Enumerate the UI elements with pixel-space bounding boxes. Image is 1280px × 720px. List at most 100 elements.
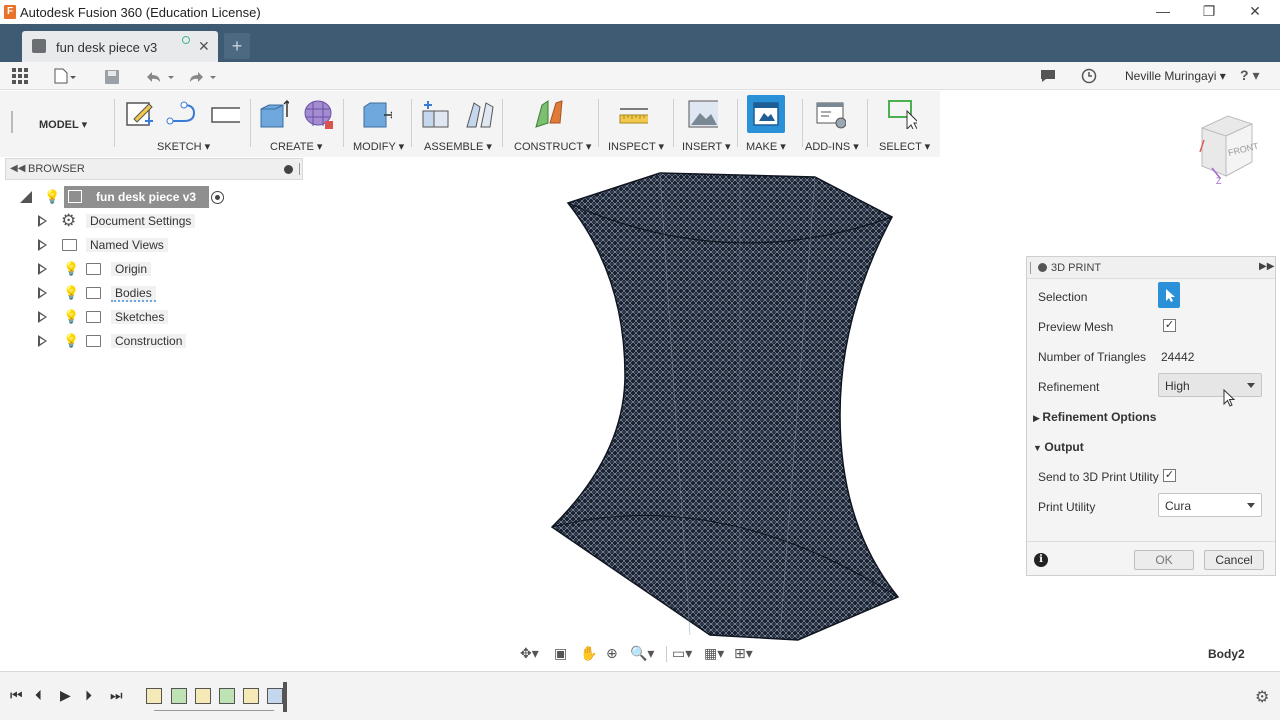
close-tab-button[interactable]: ✕	[198, 38, 210, 55]
fit-zoom-icon[interactable]: 🔍▾	[630, 645, 654, 662]
display-settings-icon[interactable]: ▭▾	[672, 645, 692, 662]
collapse-browser-icon[interactable]: ◀◀	[10, 163, 25, 174]
select-box-icon[interactable]	[887, 99, 917, 129]
go-to-end-icon[interactable]: ⏭	[110, 687, 123, 704]
add-ins-menu[interactable]: ADD-INS ▾	[805, 140, 859, 153]
selection-button[interactable]	[1158, 282, 1180, 308]
new-tab-button[interactable]: +	[224, 33, 250, 59]
notifications-chat-icon[interactable]	[1040, 68, 1056, 84]
visibility-bulb-off-icon[interactable]: 💡	[63, 261, 79, 277]
save-icon[interactable]	[104, 69, 120, 85]
browser-item-construction[interactable]: 💡 Construction	[0, 330, 300, 352]
toolbar-grip	[11, 111, 13, 133]
folder-icon	[86, 287, 101, 299]
file-menu-icon[interactable]	[54, 68, 76, 84]
offset-plane-icon[interactable]	[534, 99, 564, 129]
timeline-sketch-feature[interactable]	[195, 688, 211, 704]
output-section[interactable]: ▼ Output	[1033, 440, 1084, 454]
orbit-icon[interactable]: ✥▾	[520, 645, 539, 662]
cancel-button[interactable]: Cancel	[1204, 550, 1264, 570]
create-menu[interactable]: CREATE ▾	[270, 140, 322, 153]
refinement-value: High	[1165, 379, 1190, 393]
visibility-bulb-icon[interactable]: 💡	[63, 309, 79, 325]
document-tab[interactable]: fun desk piece v3 ✕	[22, 31, 218, 62]
timeline-loft-feature[interactable]	[267, 688, 283, 704]
restore-button[interactable]: ❐	[1186, 0, 1232, 24]
data-panel-grid-icon[interactable]	[12, 68, 29, 85]
timeline-plane-feature[interactable]	[219, 688, 235, 704]
create-sketch-icon[interactable]	[125, 99, 155, 129]
look-at-icon[interactable]: ▣	[554, 645, 567, 662]
browser-item-sketches[interactable]: 💡 Sketches	[0, 306, 300, 328]
timeline-sketch-feature[interactable]	[243, 688, 259, 704]
insert-menu[interactable]: INSERT ▾	[682, 140, 731, 153]
measure-icon[interactable]	[618, 99, 648, 129]
job-status-clock-icon[interactable]	[1081, 68, 1097, 84]
browser-item-named-views[interactable]: Named Views	[0, 234, 300, 256]
timeline-plane-feature[interactable]	[171, 688, 187, 704]
press-pull-icon[interactable]	[362, 99, 392, 129]
timeline-marker[interactable]	[283, 682, 287, 712]
folder-icon	[62, 239, 77, 251]
step-back-icon[interactable]: ⏴	[35, 687, 42, 704]
activate-component-icon[interactable]	[211, 191, 224, 204]
undo-icon[interactable]	[144, 70, 176, 84]
workspace-switcher[interactable]: MODEL ▾	[39, 118, 87, 131]
browser-item-origin[interactable]: 💡 Origin	[0, 258, 300, 280]
scripts-addins-icon[interactable]	[816, 99, 846, 129]
help-menu[interactable]: ? ▾	[1240, 67, 1259, 84]
minimize-button[interactable]: —	[1140, 0, 1186, 24]
timeline-settings-gear-icon[interactable]: ⚙	[1255, 687, 1269, 707]
timeline-sketch-feature[interactable]	[146, 688, 162, 704]
step-forward-icon[interactable]: ⏵	[85, 687, 92, 704]
line-tool-icon[interactable]	[166, 99, 196, 129]
go-to-start-icon[interactable]: ⏮	[10, 687, 23, 704]
close-window-button[interactable]: ✕	[1232, 0, 1278, 24]
collapse-dialog-icon[interactable]	[1038, 263, 1047, 272]
browser-root-row[interactable]: 💡 fun desk piece v3	[0, 186, 300, 208]
selection-label: Selection	[1038, 290, 1088, 304]
extrude-icon[interactable]	[259, 99, 289, 129]
browser-item-document-settings[interactable]: ⚙ Document Settings	[0, 210, 300, 232]
preview-mesh-checkbox[interactable]: ✓	[1163, 319, 1176, 332]
folder-icon	[86, 335, 101, 347]
send-to-print-utility-checkbox[interactable]: ✓	[1163, 469, 1176, 482]
visibility-bulb-icon[interactable]: 💡	[44, 189, 60, 205]
minimize-browser-icon[interactable]	[284, 165, 293, 174]
visibility-bulb-icon[interactable]: 💡	[63, 285, 79, 301]
browser-item-bodies[interactable]: 💡 Bodies	[0, 282, 300, 304]
ok-button[interactable]: OK	[1134, 550, 1194, 570]
browser-item-label: Sketches	[111, 310, 169, 324]
redo-icon[interactable]	[186, 70, 218, 84]
joint-icon[interactable]	[464, 99, 494, 129]
create-form-icon[interactable]	[303, 99, 333, 129]
3d-print-icon	[753, 102, 779, 126]
sketch-menu[interactable]: SKETCH ▾	[157, 140, 210, 153]
grid-settings-icon[interactable]: ▦▾	[704, 645, 724, 662]
pan-hand-icon[interactable]: ✋	[580, 645, 597, 662]
new-component-icon[interactable]	[420, 99, 450, 129]
expand-dialog-icon[interactable]: ▶▶	[1259, 261, 1274, 272]
gear-icon: ⚙	[61, 211, 77, 230]
dialog-grip[interactable]	[1030, 262, 1032, 274]
visibility-bulb-icon[interactable]: 💡	[63, 333, 79, 349]
play-icon[interactable]: ▶	[60, 687, 71, 704]
inspect-menu[interactable]: INSPECT ▾	[608, 140, 664, 153]
user-account-menu[interactable]: Neville Muringayi ▾	[1125, 69, 1226, 83]
view-cube[interactable]: FRONT Z	[1190, 100, 1270, 186]
modify-menu[interactable]: MODIFY ▾	[353, 140, 404, 153]
make-menu[interactable]: MAKE ▾	[746, 140, 786, 153]
refinement-select[interactable]: High	[1158, 373, 1262, 397]
insert-canvas-icon[interactable]	[688, 99, 718, 129]
refinement-options-section[interactable]: ▶ Refinement Options	[1033, 410, 1156, 424]
assemble-menu[interactable]: ASSEMBLE ▾	[424, 140, 492, 153]
info-icon[interactable]: i	[1034, 553, 1048, 567]
mesh-body-preview[interactable]	[540, 165, 910, 645]
expanded-arrow-icon[interactable]	[20, 191, 32, 203]
select-menu[interactable]: SELECT ▾	[879, 140, 930, 153]
viewports-icon[interactable]: ⊞▾	[734, 645, 753, 662]
zoom-icon[interactable]: ⊕	[606, 645, 618, 662]
construct-menu[interactable]: CONSTRUCT ▾	[514, 140, 591, 153]
rectangle-tool-icon[interactable]	[210, 99, 240, 129]
print-utility-select[interactable]: Cura	[1158, 493, 1262, 517]
